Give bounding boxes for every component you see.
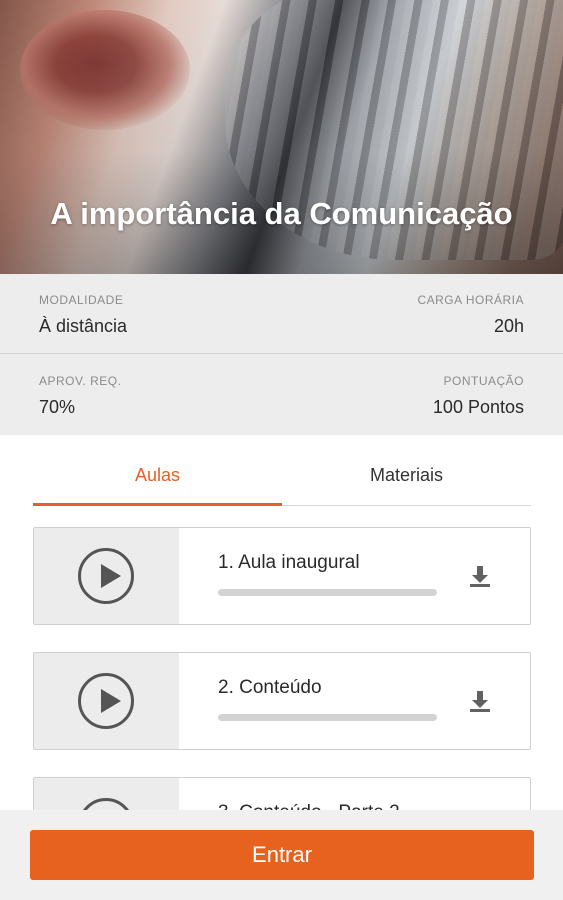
carga-horaria-label: CARGA HORÁRIA: [417, 293, 524, 307]
play-circle-icon[interactable]: [78, 798, 134, 810]
aprov-req-cell: APROV. REQ. 70%: [39, 374, 121, 418]
enter-button[interactable]: Entrar: [30, 830, 534, 880]
lesson-title: 1. Aula inaugural: [218, 552, 360, 573]
tab-materiais[interactable]: Materiais: [282, 455, 531, 506]
lesson-progress-bar: [218, 714, 437, 721]
lesson-title: 3. Conteúdo - Parte 2: [218, 802, 400, 810]
lesson-thumbnail: [34, 528, 179, 624]
lesson-item[interactable]: 2. Conteúdo: [33, 652, 531, 750]
carga-horaria-value: 20h: [493, 316, 524, 336]
lesson-item[interactable]: 1. Aula inaugural: [33, 527, 531, 625]
play-circle-icon[interactable]: [78, 673, 134, 729]
lesson-thumbnail: [34, 653, 179, 749]
pontuacao-value: 100 Pontos: [432, 397, 524, 417]
content-tabs: Aulas Materiais: [33, 455, 531, 506]
aprov-req-label: APROV. REQ.: [39, 374, 122, 388]
pontuacao-cell: PONTUAÇÃO 100 Pontos: [433, 374, 524, 418]
lesson-thumbnail: [34, 778, 179, 810]
lesson-title: 2. Conteúdo: [218, 677, 322, 698]
carga-horaria-cell: CARGA HORÁRIA 20h: [417, 293, 524, 337]
modalidade-cell: MODALIDADE À distância: [39, 293, 127, 337]
tab-aulas[interactable]: Aulas: [33, 455, 282, 506]
aprov-req-value: 70%: [39, 397, 76, 417]
info-row: APROV. REQ. 70% PONTUAÇÃO 100 Pontos: [0, 355, 563, 435]
download-icon[interactable]: [466, 687, 494, 715]
modalidade-value: À distância: [39, 316, 128, 336]
lesson-item[interactable]: 3. Conteúdo - Parte 2: [33, 777, 531, 810]
modalidade-label: MODALIDADE: [39, 293, 124, 307]
footer-bar: Entrar: [0, 810, 563, 900]
lesson-list: 1. Aula inaugural 2. Conteúdo 3. Conteúd…: [0, 506, 563, 810]
play-circle-icon[interactable]: [78, 548, 134, 604]
download-icon[interactable]: [466, 562, 494, 590]
course-header-image: A importância da Comunicação: [0, 0, 563, 274]
pontuacao-label: PONTUAÇÃO: [443, 374, 524, 388]
course-info-panel: MODALIDADE À distância CARGA HORÁRIA 20h…: [0, 274, 563, 435]
info-row: MODALIDADE À distância CARGA HORÁRIA 20h: [0, 274, 563, 354]
lesson-progress-bar: [218, 589, 437, 596]
course-title: A importância da Comunicação: [50, 196, 513, 231]
